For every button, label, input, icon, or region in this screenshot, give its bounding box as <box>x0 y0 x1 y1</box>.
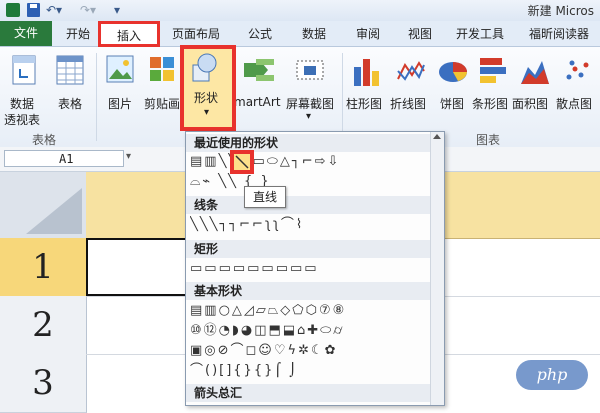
undo-icon[interactable]: ↶▾ <box>46 3 62 17</box>
select-all-corner[interactable] <box>0 172 87 239</box>
line-chart-button[interactable]: 折线图 <box>388 51 434 129</box>
basic-shapes-row[interactable]: ▤▥○△◿▱⏢◇⬠⬡⑦⑧ <box>190 302 426 320</box>
group-label-charts: 图表 <box>476 133 501 147</box>
smartart-button[interactable]: martArt <box>234 51 282 129</box>
column-chart-label: 柱形图 <box>346 97 383 111</box>
lines-row[interactable]: ╲╲╲┐┐⌐⌐ʅʅ⌒⌇ <box>190 216 426 234</box>
table-label: 表格 <box>58 97 83 111</box>
recent-shapes-row[interactable]: ⌓⌁ ╲╲ { } <box>190 173 426 191</box>
tab-data[interactable]: 数据 <box>294 24 334 44</box>
shapes-icon <box>192 53 217 82</box>
line-chart-label: 折线图 <box>390 97 427 111</box>
basic-shapes-row[interactable]: ⌒()[]{}{}⌠ ⌡ <box>190 362 426 380</box>
title-bar: ↶▾ ↷▾ ▾ 新建 Micros <box>0 0 600 21</box>
picture-icon <box>106 55 134 83</box>
basic-shapes-row[interactable]: ▣◎⊘⌒◻☺♡ϟ✲☾✿ <box>190 342 426 360</box>
bar-chart-label: 条形图 <box>472 97 509 111</box>
group-separator <box>342 53 343 141</box>
tooltip: 直线 <box>244 186 286 208</box>
section-rectangles: 矩形 <box>186 240 443 258</box>
cell-a1[interactable] <box>86 238 198 296</box>
shapes-button[interactable]: 形状 ▾ <box>180 45 236 131</box>
tab-file[interactable]: 文件 <box>0 21 52 46</box>
tab-developer[interactable]: 开发工具 <box>452 24 508 44</box>
pivot-table-label-1: 数据 <box>10 97 35 111</box>
shapes-dropdown-icon: ▾ <box>204 107 210 118</box>
picture-button[interactable]: 图片 <box>102 51 138 129</box>
tab-home[interactable]: 开始 <box>60 24 96 44</box>
pivot-table-icon <box>12 55 36 85</box>
section-basic-shapes: 基本形状 <box>186 282 443 300</box>
tab-formulas[interactable]: 公式 <box>240 24 280 44</box>
scroll-up-arrow-icon[interactable] <box>433 134 441 139</box>
screenshot-icon <box>296 60 324 80</box>
clip-art-label: 剪贴画 <box>144 97 181 111</box>
section-recent-shapes: 最近使用的形状 <box>186 134 443 152</box>
tab-review[interactable]: 审阅 <box>348 24 388 44</box>
column-chart-icon <box>354 59 379 86</box>
row-header-2[interactable]: 2 <box>0 296 87 355</box>
table-icon <box>56 55 84 85</box>
bar-chart-button[interactable]: 条形图 <box>472 51 512 129</box>
tab-insert[interactable]: 插入 <box>98 21 160 47</box>
line-shape-selected[interactable] <box>230 150 254 174</box>
tab-foxit-reader[interactable]: 福昕阅读器 <box>524 24 594 44</box>
shapes-gallery: 最近使用的形状 ▤▥╲╲▭▭⬭△┐⌐⇨⇩ ⌓⌁ ╲╲ { } 线条 ╲╲╲┐┐⌐… <box>185 131 445 406</box>
window-title: 新建 Micros <box>527 4 594 18</box>
basic-shapes-row[interactable]: ⑩⑫◔◗◕◫⬒⬓⌂✚⬭⌭ <box>190 322 426 340</box>
section-block-arrows: 箭头总汇 <box>186 384 443 402</box>
section-lines: 线条 <box>186 196 443 214</box>
scatter-chart-button[interactable]: 散点图 <box>556 51 600 129</box>
customize-quick-access-icon[interactable]: ▾ <box>114 3 120 17</box>
line-chart-icon <box>397 61 425 81</box>
picture-label: 图片 <box>108 97 133 111</box>
row-header-1[interactable]: 1 <box>0 238 87 297</box>
tab-page-layout[interactable]: 页面布局 <box>168 24 224 44</box>
group-label-tables: 表格 <box>32 133 57 147</box>
name-box[interactable]: A1 <box>4 150 124 167</box>
row-header-3[interactable]: 3 <box>0 354 87 413</box>
redo-icon[interactable]: ↷▾ <box>80 3 96 17</box>
recent-shapes-row[interactable]: ▤▥╲╲▭▭⬭△┐⌐⇨⇩ <box>190 153 426 171</box>
smartart-label: martArt <box>234 95 281 109</box>
screenshot-dropdown-icon[interactable]: ▾ <box>306 111 311 122</box>
clip-art-icon <box>150 57 174 81</box>
group-separator <box>96 53 97 141</box>
clip-art-button[interactable]: 剪贴画 <box>140 51 180 129</box>
pie-chart-button[interactable]: 饼图 <box>436 51 470 129</box>
save-icon[interactable] <box>27 3 40 17</box>
smartart-icon <box>244 59 274 81</box>
screenshot-button[interactable]: 屏幕截图 ▾ <box>284 51 338 129</box>
area-chart-button[interactable]: 面积图 <box>512 51 556 129</box>
pivot-table-button[interactable]: 数据 透视表 <box>4 51 44 129</box>
table-button[interactable]: 表格 <box>52 51 88 129</box>
shapes-label: 形状 <box>194 91 219 105</box>
tab-view[interactable]: 视图 <box>400 24 440 44</box>
scatter-chart-label: 散点图 <box>556 97 593 111</box>
gallery-scrollbar[interactable] <box>430 132 444 405</box>
excel-icon[interactable] <box>6 3 20 17</box>
rectangles-row[interactable]: ▭▭▭▭▭▭▭▭▭ <box>190 260 426 278</box>
pie-chart-label: 饼图 <box>440 97 465 111</box>
area-chart-icon <box>521 61 549 84</box>
screenshot-label: 屏幕截图 <box>286 97 335 111</box>
area-chart-label: 面积图 <box>512 97 549 111</box>
pie-chart-icon <box>439 62 467 82</box>
pivot-table-label-2: 透视表 <box>4 113 41 127</box>
bar-chart-icon <box>480 58 506 83</box>
php-watermark: php <box>516 360 588 390</box>
column-chart-button[interactable]: 柱形图 <box>346 51 386 129</box>
scatter-chart-icon <box>566 60 589 80</box>
line-icon <box>235 155 249 169</box>
ribbon-tabs: 文件 开始 插入 页面布局 公式 数据 审阅 视图 开发工具 福昕阅读器 <box>0 21 600 47</box>
name-box-dropdown-icon[interactable]: ▾ <box>126 151 131 162</box>
